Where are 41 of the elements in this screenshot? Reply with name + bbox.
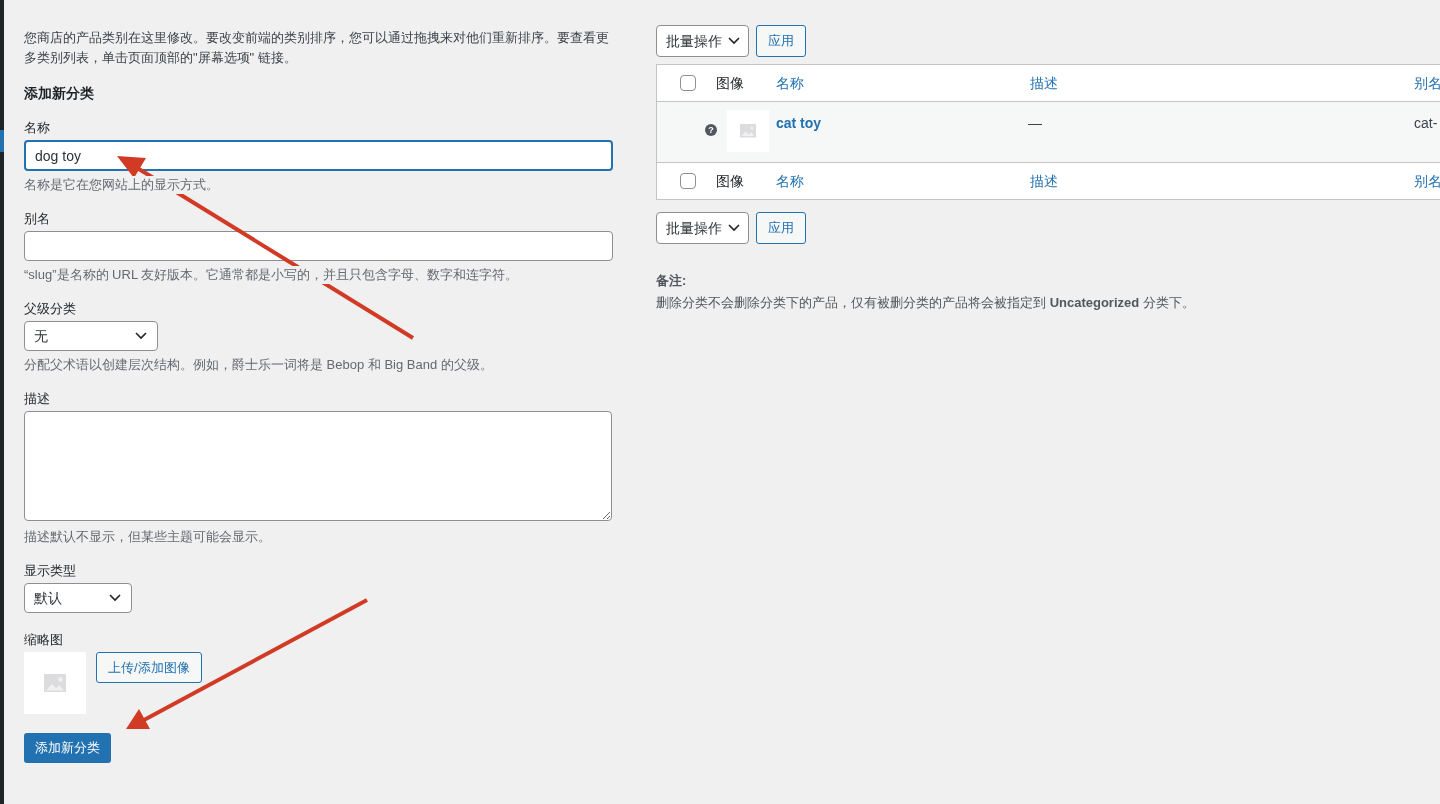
field-label: 名称	[24, 119, 51, 137]
table-cell: —	[1028, 115, 1042, 131]
column-header-link[interactable]: 描述	[1030, 172, 1058, 189]
field-label: 别名	[24, 210, 51, 228]
help-icon[interactable]: ?	[705, 124, 717, 136]
chevron-down-icon	[109, 594, 121, 602]
checkbox[interactable]	[679, 75, 696, 91]
chevron-down-icon	[728, 224, 740, 232]
apply-button[interactable]: 应用	[756, 25, 806, 57]
upload-image-button[interactable]: 上传/添加图像	[96, 652, 202, 683]
note-text: 删除分类不会删除分类下的产品，仅有被删分类的产品将会被指定到 Uncategorized 分类下。	[656, 293, 1196, 312]
column-header-link[interactable]: 别名	[1414, 172, 1440, 189]
slug-field[interactable]	[24, 231, 613, 261]
dropdown[interactable]: 默认	[24, 583, 132, 613]
add-category-button[interactable]: 添加新分类	[24, 733, 111, 763]
column-header: 图像	[716, 74, 744, 91]
column-header-link[interactable]: 别名	[1414, 74, 1440, 91]
bulk-actions-dropdown[interactable]: 批量操作	[656, 212, 749, 244]
intro-text: 您商店的产品类别在这里修改。要改变前端的类别排序，您可以通过拖拽来对他们重新排序。要查看更多类别列表，单击页面顶部的"屏幕选项" 链接。	[24, 29, 610, 67]
image-placeholder-icon	[44, 673, 66, 693]
dropdown[interactable]: 无	[24, 321, 158, 351]
checkbox[interactable]	[679, 173, 696, 189]
description-field[interactable]	[24, 411, 612, 521]
name-field[interactable]: dog toy	[24, 140, 613, 171]
field-label: 显示类型	[24, 562, 77, 580]
bulk-actions-dropdown[interactable]: 批量操作	[656, 25, 749, 57]
field-label: 描述	[24, 390, 51, 408]
note-title: 备注:	[656, 272, 688, 290]
field-label: 缩略图	[24, 631, 64, 649]
section-heading: 添加新分类	[24, 84, 95, 103]
field-label: 父级分类	[24, 300, 77, 318]
table-cell: cat-	[1414, 115, 1438, 131]
column-header-link[interactable]: 描述	[1030, 74, 1058, 91]
column-header: 图像	[716, 172, 744, 189]
column-header-link[interactable]: 名称	[776, 74, 804, 91]
chevron-down-icon	[728, 37, 740, 45]
column-header-link[interactable]: 名称	[776, 172, 804, 189]
apply-button[interactable]: 应用	[756, 212, 806, 244]
chevron-down-icon	[135, 332, 147, 340]
image-placeholder-icon	[739, 124, 756, 138]
category-name-link[interactable]: cat toy	[776, 115, 822, 131]
